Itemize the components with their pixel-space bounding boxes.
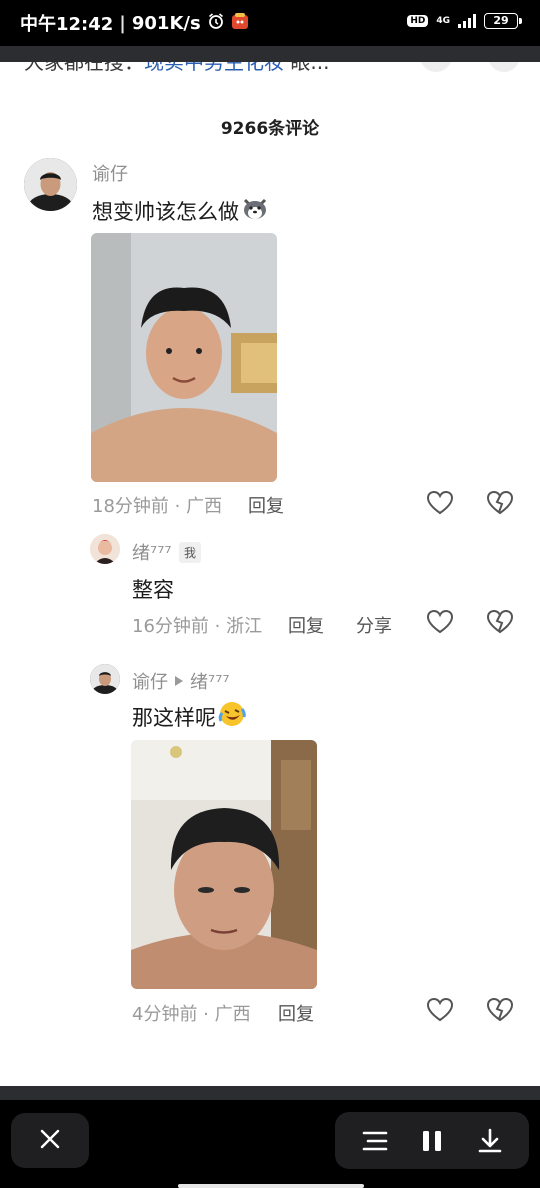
reply-arrow-icon: [174, 671, 184, 692]
battery-icon: 29: [484, 13, 522, 29]
heart-icon[interactable]: [426, 609, 454, 635]
pause-icon[interactable]: [418, 1127, 446, 1155]
heart-icon[interactable]: [426, 997, 454, 1023]
broken-heart-icon[interactable]: [486, 997, 514, 1023]
status-separator: |: [119, 12, 126, 34]
comment-text: 想变帅该怎么做: [92, 194, 269, 227]
avatar[interactable]: [24, 158, 77, 211]
heart-icon[interactable]: [426, 490, 454, 516]
reply-button[interactable]: 回复: [248, 492, 284, 518]
reply-time-location: 4分钟前 · 广西: [132, 1004, 251, 1025]
top-overlay-bar: [0, 46, 540, 62]
broken-heart-icon[interactable]: [486, 490, 514, 516]
laughing-crying-emoji-icon: [218, 700, 246, 733]
reply-username[interactable]: 谕仔: [132, 668, 168, 694]
status-speed: 901K/s: [131, 12, 201, 34]
reply-time-location: 16分钟前 · 浙江: [132, 616, 263, 637]
me-tag: 我: [179, 542, 202, 563]
reply-button[interactable]: 回复: [288, 612, 324, 638]
close-icon: [39, 1128, 61, 1154]
status-left: 中午12:42 | 901K/s: [20, 10, 249, 36]
status-bar: 中午12:42 | 901K/s HD 4G 29: [0, 0, 540, 46]
reply-username[interactable]: 绪⁷⁷⁷: [132, 539, 172, 565]
floating-control-bar: [0, 1100, 540, 1188]
reply-text: 那这样呢: [132, 700, 246, 733]
reply-text-content: 那这样呢: [132, 705, 216, 730]
media-controls: [335, 1112, 529, 1169]
app-notification-icon: [231, 12, 249, 35]
status-time: 中午12:42: [20, 14, 114, 35]
comment-count-title: 9266条评论: [220, 119, 320, 139]
reply-to-username[interactable]: 绪⁷⁷⁷: [190, 668, 230, 694]
network-type: 4G: [436, 15, 450, 26]
menu-icon[interactable]: [361, 1127, 389, 1155]
reply-username-row: 谕仔 绪⁷⁷⁷: [132, 668, 230, 694]
home-indicator[interactable]: [178, 1184, 364, 1188]
alarm-icon: [207, 12, 225, 35]
comment-photo[interactable]: [91, 233, 277, 482]
signal-icon: [458, 14, 476, 28]
bottom-overlay-strip: [0, 1086, 540, 1100]
download-icon[interactable]: [476, 1127, 504, 1155]
comment-sheet: 大家都在搜：现实中男生化妆 眼... 9266条评论 谕仔 想变帅该怎么做 18…: [0, 46, 540, 1086]
reply-button[interactable]: 回复: [278, 1000, 314, 1026]
close-button[interactable]: [11, 1113, 89, 1168]
status-right: HD 4G 29: [407, 13, 522, 29]
reply-text: 整容: [132, 578, 174, 602]
avatar[interactable]: [90, 664, 120, 694]
hd-badge: HD: [407, 15, 429, 27]
comment-username[interactable]: 谕仔: [92, 160, 128, 186]
comment-text-content: 想变帅该怎么做: [92, 199, 239, 224]
reply-photo[interactable]: [131, 740, 317, 989]
avatar[interactable]: [90, 534, 120, 564]
husky-emoji-icon: [241, 194, 269, 227]
share-button[interactable]: 分享: [356, 612, 392, 638]
comment-time-location: 18分钟前 · 广西: [92, 496, 223, 517]
broken-heart-icon[interactable]: [486, 609, 514, 635]
